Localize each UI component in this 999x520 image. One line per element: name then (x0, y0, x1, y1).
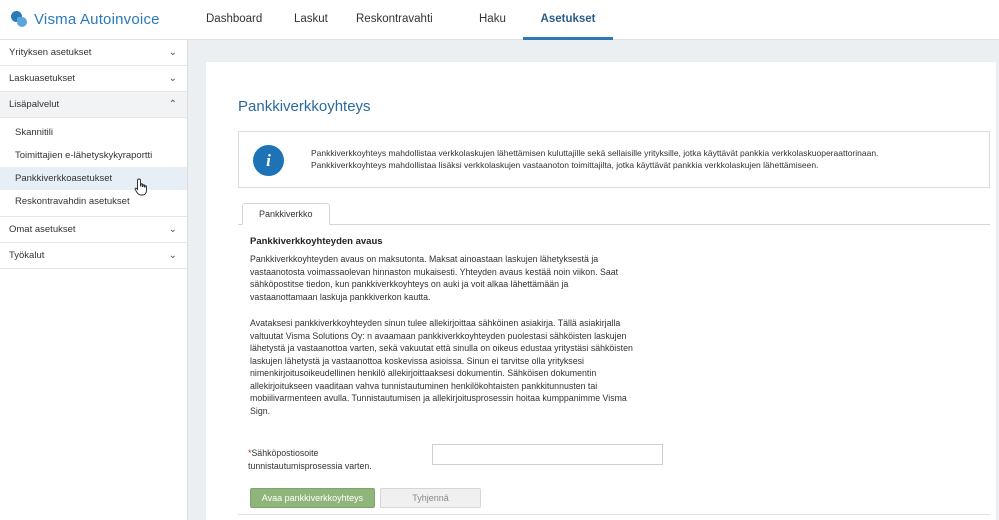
email-label-line2: tunnistautumisprosessia varten. (248, 460, 372, 471)
open-bank-connection-button[interactable]: Avaa pankkiverkkoyhteys (250, 488, 375, 508)
chevron-down-icon: ⌄ (168, 250, 177, 261)
paragraph-line: laskujen lähetystä ja vastaanottoa koske… (250, 355, 584, 366)
sidebar-group-tyokalut[interactable]: Työkalut ⌄ (0, 243, 187, 269)
main-panel: Pankkiverkkoyhteys i Pankkiverkkoyhteys … (206, 62, 996, 520)
info-icon: i (253, 145, 284, 176)
logo[interactable]: Visma Autoinvoice (10, 9, 160, 29)
email-field[interactable] (432, 444, 663, 465)
paragraph-line: lähetystä ja vastaanottoa varten, sekä v… (250, 343, 633, 353)
sidebar-group-label: Laskuasetukset (9, 73, 76, 84)
paragraph-line: mobiilivarmenteen avulla. Tunnistautumis… (250, 393, 627, 403)
paragraph-line: Pankkiverkkoyhteyden avaus on maksutonta… (250, 254, 599, 264)
info-text: Pankkiverkkoyhteys mahdollistaa verkkola… (311, 147, 878, 171)
paragraph-signing: Avataksesi pankkiverkkoyhteyden sinun tu… (250, 317, 680, 417)
sidebar-item-skannitili[interactable]: Skannitili (0, 121, 187, 144)
visma-logo-icon (10, 10, 28, 28)
sidebar-group-yrityksen-asetukset[interactable]: Yrityksen asetukset ⌄ (0, 40, 187, 66)
form-divider (238, 514, 990, 515)
tab-pankkiverkko[interactable]: Pankkiverkko (242, 203, 330, 225)
chevron-down-icon: ⌄ (168, 73, 177, 84)
paragraph-pricing: Pankkiverkkoyhteyden avaus on maksutonta… (250, 253, 680, 303)
chevron-down-icon: ⌄ (168, 224, 177, 235)
paragraph-line: nimenkirjoitusoikeudellinen henkilö alle… (250, 368, 597, 378)
nav-dashboard[interactable]: Dashboard (188, 0, 276, 40)
paragraph-line: vastaanottamaan laskuja pankkiverkon kau… (250, 291, 431, 302)
section-title: Pankkiverkkoyhteyden avaus (250, 236, 383, 247)
sidebar-group-label: Lisäpalvelut (9, 99, 60, 110)
paragraph-line: allekirjoitukseen vaaditaan vahva tunnis… (250, 380, 598, 391)
sidebar-group-lisapalvelut[interactable]: Lisäpalvelut ⌃ (0, 92, 187, 118)
info-line: Pankkiverkkoyhteys mahdollistaa verkkola… (311, 148, 879, 158)
nav-laskut[interactable]: Laskut (276, 0, 346, 40)
sidebar-item-pankkiverkkoasetukset[interactable]: Pankkiverkkoasetukset (0, 167, 187, 190)
info-box: i Pankkiverkkoyhteys mahdollistaa verkko… (238, 131, 990, 188)
top-bar: Visma Autoinvoice Dashboard Laskut Resko… (0, 0, 999, 40)
paragraph-line: Avataksesi pankkiverkkoyhteyden sinun tu… (250, 318, 621, 328)
sidebar-group-label: Yrityksen asetukset (9, 47, 92, 58)
hand-cursor-icon (134, 178, 147, 196)
sidebar-submenu-lisapalvelut: Skannitili Toimittajien e-lähetyskykyrap… (0, 118, 187, 217)
page-title: Pankkiverkkoyhteys (238, 98, 371, 115)
sidebar-group-label: Työkalut (9, 250, 45, 261)
logo-text: Visma Autoinvoice (34, 10, 160, 28)
sidebar-item-reskontravahdin-asetukset[interactable]: Reskontravahdin asetukset (0, 190, 187, 213)
paragraph-line: Sign. (250, 405, 271, 416)
paragraph-line: vastaanotosta voimassaolevan hinnaston m… (250, 266, 619, 277)
paragraph-line: sähköpostitse tiedon, kun pankkiverkkoyh… (250, 279, 569, 289)
sidebar-group-label: Omat asetukset (9, 224, 76, 235)
paragraph-line: valtuutat Visma Solutions Oy: n avaamaan… (250, 330, 627, 341)
tab-divider (238, 224, 990, 225)
main-nav: Dashboard Laskut Reskontravahti Haku Ase… (188, 0, 613, 40)
chevron-up-icon: ⌃ (168, 99, 177, 110)
info-line: Pankkiverkkoyhteys mahdollistaa lisäksi … (311, 160, 819, 170)
chevron-down-icon: ⌄ (168, 47, 177, 58)
email-label-line1: Sähköpostiosoite (251, 448, 319, 458)
nav-haku[interactable]: Haku (461, 0, 523, 40)
sidebar-group-omat-asetukset[interactable]: Omat asetukset ⌄ (0, 217, 187, 243)
nav-reskontravahti[interactable]: Reskontravahti (346, 0, 461, 40)
sidebar-item-toimittajien-raportti[interactable]: Toimittajien e-lähetyskykyraportti (0, 144, 187, 167)
sidebar: Yrityksen asetukset ⌄ Laskuasetukset ⌄ L… (0, 40, 188, 520)
nav-asetukset[interactable]: Asetukset (523, 0, 613, 40)
sidebar-group-laskuasetukset[interactable]: Laskuasetukset ⌄ (0, 66, 187, 92)
email-field-label: *Sähköpostiosoite tunnistautumisprosessi… (248, 447, 372, 472)
clear-button[interactable]: Tyhjennä (380, 488, 481, 508)
